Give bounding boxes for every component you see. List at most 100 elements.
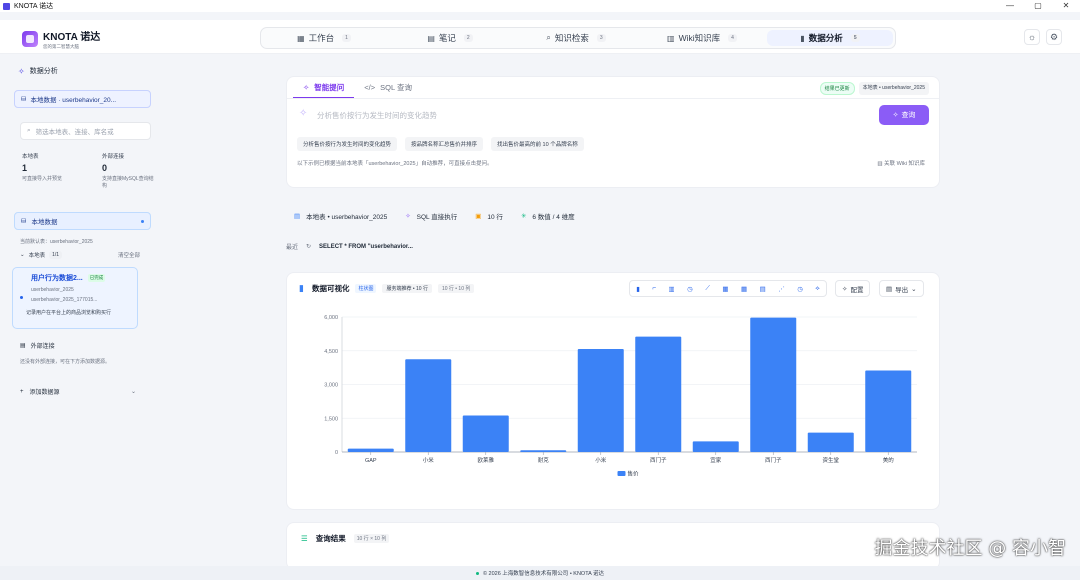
external-connection-section[interactable]: ▤ 外部连接 — [20, 341, 152, 350]
close-button[interactable]: ✕ — [1052, 0, 1080, 12]
sidebar-title: 数据分析 — [29, 68, 58, 75]
bar — [807, 432, 854, 452]
app-icon — [3, 2, 10, 10]
x-tick-label: GAP — [365, 458, 377, 464]
wiki-link[interactable]: ▥ 关联 Wiki 知识库 — [877, 159, 925, 167]
chevron-down-icon: ⌄ — [130, 389, 136, 395]
suggestion-hint: 以下示例已根据当前本地表「userbehavior_2025」自动推荐，可直接点… — [297, 159, 939, 167]
tab-label: Wiki知识库 — [678, 33, 721, 43]
sparkle-icon: ✧ — [842, 285, 848, 293]
datasource-label: 本地数据 · userbehavior_20... — [30, 97, 117, 104]
default-table-text: 当前默认表：userbehavior_2025 — [20, 239, 93, 245]
legend-swatch — [617, 471, 626, 476]
minimize-button[interactable]: — — [996, 0, 1024, 12]
recent-sql-row[interactable]: 最近 ↻ SELECT * FROM "userbehavior... — [286, 242, 413, 252]
suggestion-chip[interactable]: 找出售价最高的前 10 个品牌名称 — [491, 137, 584, 151]
chevron-down-icon[interactable]: ⌄ — [20, 252, 25, 258]
tab-workbench[interactable]: ▦ 工作台 1 — [261, 28, 387, 48]
config-label: 配置 — [850, 286, 864, 294]
local-tables-row: ⌄ 本地表 1/1 清空全部 — [20, 251, 152, 259]
table-card[interactable]: 用户行为数据2... 已完成 userbehavior_2025 userbeh… — [12, 267, 138, 329]
chart-type-option[interactable]: ◷ — [687, 285, 693, 293]
clear-all-button[interactable]: 清空全部 — [118, 251, 140, 259]
chart-type-option[interactable]: ⌐ — [652, 285, 656, 292]
maximize-button[interactable]: ▢ — [1024, 0, 1052, 12]
sparkle-icon: ✧ — [405, 213, 411, 220]
tab-data-analysis[interactable]: ▮ 数据分析 5 — [767, 30, 893, 46]
query-input[interactable]: ✧ 分析售价按行为发生时间的变化趋势 ✧ 查询 — [287, 99, 939, 127]
info-columns: ✳ 6 数值 / 4 维度 — [521, 211, 575, 221]
table-file: userbehavior_2025_177015... — [31, 297, 98, 303]
tables-count: 1/1 — [49, 251, 63, 259]
chart-type-toolbar: ▮ ⌐ ▥ ◷ ⟋ ▦ ▦ ▤ ⋰ ◷ ⟡ — [629, 280, 827, 297]
settings-button[interactable]: ⚙ — [1046, 29, 1062, 45]
query-placeholder: 分析售价按行为发生时间的变化趋势 — [317, 111, 437, 120]
info-rows: ▣ 10 行 — [475, 211, 503, 221]
tab-wiki[interactable]: ▥ Wiki知识库 4 — [639, 28, 765, 48]
external-label: 外部连接 — [30, 344, 55, 350]
legend-label: 售价 — [628, 470, 640, 478]
chart-config-button[interactable]: ✧ 配置 — [835, 280, 871, 297]
chart-type-option[interactable]: ▦ — [741, 285, 747, 293]
bar-chart-icon: ▮ — [299, 282, 304, 293]
chevron-down-icon: ⌄ — [911, 285, 917, 293]
stat-value: 0 — [102, 163, 108, 173]
brand-logo[interactable]: KNOTA 诺达 您的第二智慧大脑 — [22, 28, 100, 50]
tab-smart-ask[interactable]: ✧ 智能提问 — [293, 77, 355, 98]
tab-label: SQL 查询 — [380, 83, 412, 92]
theme-toggle-button[interactable]: ☼ — [1024, 29, 1040, 45]
database-icon: ⛁ — [21, 96, 27, 103]
y-tick-label: 4,500 — [324, 349, 338, 355]
suggestion-chips: 分析售价按行为发生时间的变化趋势 按品牌名称汇总售价并排序 找出售价最高的前 1… — [297, 137, 939, 151]
chart-type-option[interactable]: ▮ — [636, 285, 640, 293]
add-datasource-button[interactable]: + 添加数据源 ⌄ — [20, 387, 152, 397]
book-icon: ▥ — [667, 33, 675, 43]
sparkle-icon: ✧ — [303, 82, 310, 92]
info-label: 10 行 — [487, 214, 503, 221]
tab-notes[interactable]: ▤ 笔记 2 — [387, 28, 513, 48]
datasource-selector[interactable]: ⛁ 本地数据 · userbehavior_20... — [14, 90, 151, 108]
bar-chart-icon: ▮ — [800, 33, 805, 43]
export-label: 导出 — [895, 286, 909, 294]
tab-knowledge-search[interactable]: ⌕ 知识检索 3 — [513, 28, 639, 48]
chart-type-option[interactable]: ◷ — [797, 285, 803, 293]
bar — [520, 450, 567, 452]
tab-label: 笔记 — [438, 33, 456, 43]
chart-type-option[interactable]: ▤ — [760, 285, 766, 293]
stat-desc: 可直接导入并预览 — [22, 176, 63, 182]
stat-value: 1 — [22, 163, 28, 173]
x-tick-label: 美的 — [883, 456, 895, 464]
x-tick-label: 资生堂 — [822, 456, 839, 464]
suggestion-chip[interactable]: 按品牌名称汇总售价并排序 — [405, 137, 484, 151]
hint-text: 以下示例已根据当前本地表「userbehavior_2025」自动推荐，可直接点… — [297, 161, 493, 167]
chart-type-option[interactable]: ▦ — [722, 285, 728, 293]
y-tick-label: 6,000 — [324, 315, 338, 321]
chart-type-option[interactable]: ▥ — [669, 285, 675, 293]
chart-type-option[interactable]: ⟋ — [705, 285, 710, 293]
bar — [577, 348, 624, 452]
sidebar-search-input[interactable]: ⌕ 筛选本地表、连接、库名或 — [20, 122, 151, 140]
query-submit-button[interactable]: ✧ 查询 — [879, 105, 929, 125]
search-placeholder: 筛选本地表、连接、库名或 — [35, 129, 114, 136]
suggestion-chip[interactable]: 分析售价按行为发生时间的变化趋势 — [297, 137, 398, 151]
tab-sql-query[interactable]: </> SQL 查询 — [354, 77, 422, 98]
bar — [750, 317, 797, 452]
chart-type-option[interactable]: ⟡ — [815, 285, 819, 293]
grid-icon: ▦ — [297, 33, 305, 43]
shortcut-badge: 1 — [342, 34, 351, 42]
x-tick-label: 西门子 — [765, 456, 782, 464]
local-data-section[interactable]: ⛁ 本地数据 — [14, 212, 151, 230]
sidebar-stats: 本地表 1 可直接导入并预览 外部连接 0 支持直接MySQL查询结构 — [22, 152, 154, 190]
sparkle-icon: ✧ — [18, 66, 25, 76]
window-titlebar: KNOTA 诺达 — ▢ ✕ — [0, 0, 1080, 12]
main-content: ✧ 智能提问 </> SQL 查询 结果已更新 本地表 • userbehavi… — [152, 54, 1080, 570]
asterisk-icon: ✳ — [520, 213, 527, 220]
chart-type-option[interactable]: ⋰ — [778, 285, 785, 293]
local-data-label: 本地数据 — [31, 219, 58, 226]
gear-icon: ⚙ — [1049, 31, 1059, 42]
main-nav: ▦ 工作台 1 ▤ 笔记 2 ⌕ 知识检索 3 ▥ Wiki知识库 4 ▮ 数据… — [260, 27, 896, 49]
chart-export-button[interactable]: ▤ 导出 ⌄ — [879, 280, 924, 297]
active-dot — [141, 219, 144, 223]
y-tick-label: 0 — [335, 450, 338, 456]
logo-icon — [22, 31, 38, 47]
